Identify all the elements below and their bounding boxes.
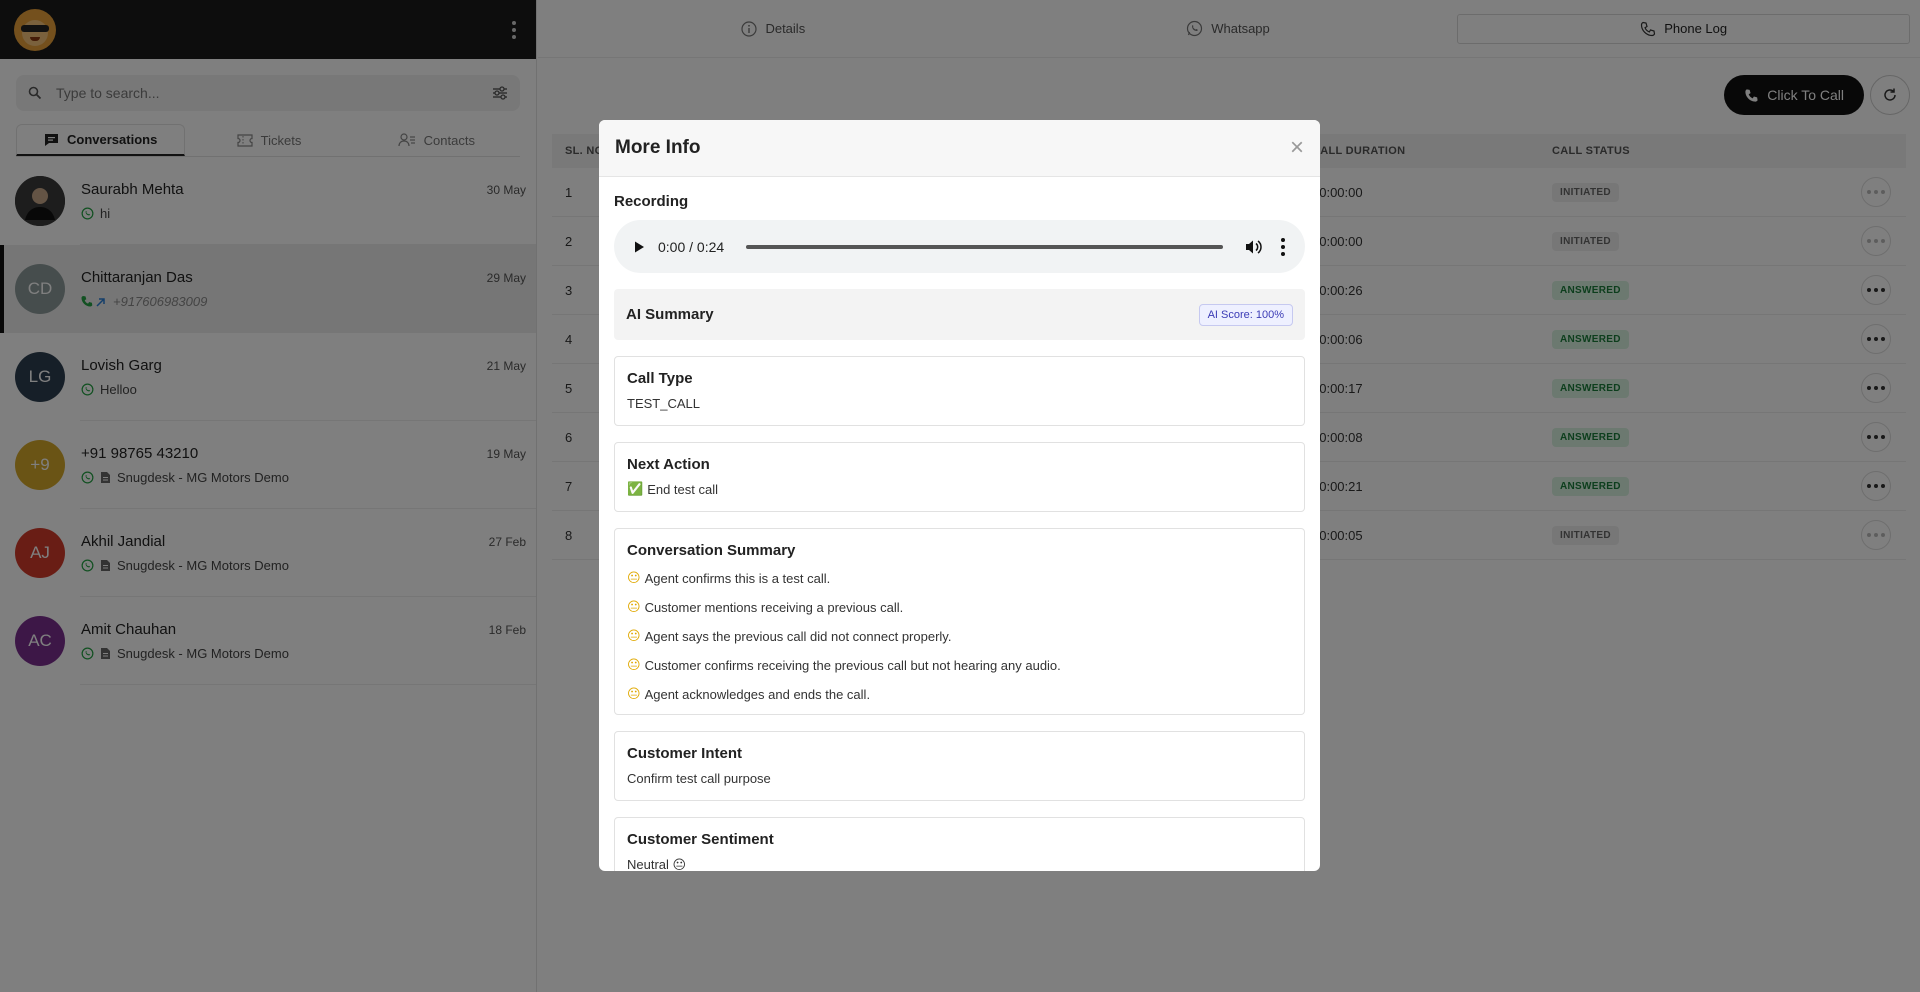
ai-summary-header: AI Summary AI Score: 100% (614, 289, 1305, 340)
next-action-title: Next Action (627, 456, 710, 473)
summary-item-text: Customer mentions receiving a previous c… (644, 599, 904, 615)
close-icon[interactable]: × (1290, 136, 1304, 160)
next-action-row: ✅ End test call (627, 482, 1292, 497)
conversation-summary-title: Conversation Summary (627, 542, 796, 559)
more-info-modal: More Info × Recording 0:00 / 0:24 AI Sum… (599, 120, 1320, 871)
call-type-value: TEST_CALL (627, 396, 700, 411)
neutral-face-icon: 😐 (627, 628, 641, 644)
customer-sentiment-value: Neutral 😐 (627, 857, 687, 871)
summary-item: 😐 Agent confirms this is a test call. (627, 568, 1292, 588)
summary-item-text: Agent acknowledges and ends the call. (644, 686, 871, 702)
neutral-face-icon: 😐 (627, 657, 641, 673)
customer-intent-card: Customer Intent Confirm test call purpos… (614, 731, 1305, 801)
neutral-face-icon: 😐 (627, 686, 641, 702)
summary-item: 😐 Agent says the previous call did not co… (627, 626, 1292, 646)
next-action-value: End test call (647, 482, 719, 497)
conversation-summary-card: Conversation Summary 😐 Agent confirms thi… (614, 528, 1305, 715)
modal-title: More Info (615, 137, 701, 158)
customer-intent-title: Customer Intent (627, 745, 743, 762)
neutral-face-icon: 😐 (627, 570, 641, 586)
modal-body: Recording 0:00 / 0:24 AI Summary AI Scor… (599, 177, 1320, 871)
next-action-card: Next Action ✅ End test call (614, 442, 1305, 512)
modal-header: More Info × (599, 120, 1320, 177)
conversation-summary-list: 😐 Agent confirms this is a test call. 😐 Cus… (627, 568, 1292, 704)
summary-item-text: Customer confirms receiving the previous… (644, 657, 1061, 673)
audio-time: 0:00 / 0:24 (658, 238, 725, 255)
audio-seek-bar[interactable] (746, 244, 1223, 249)
summary-item: 😐 Agent acknowledges and ends the call. (627, 684, 1292, 704)
summary-item: 😐 Customer mentions receiving a previous … (627, 597, 1292, 617)
audio-options-icon[interactable] (1275, 234, 1291, 260)
customer-sentiment-title: Customer Sentiment (627, 831, 774, 848)
volume-icon[interactable] (1245, 239, 1263, 255)
summary-item: 😐 Customer confirms receiving the previou… (627, 655, 1292, 675)
call-type-title: Call Type (627, 370, 693, 387)
recording-label: Recording (614, 193, 689, 210)
play-icon[interactable] (632, 240, 646, 254)
customer-intent-value: Confirm test call purpose (627, 771, 771, 786)
neutral-face-icon: 😐 (627, 599, 641, 615)
call-type-card: Call Type TEST_CALL (614, 356, 1305, 426)
ai-summary-label: AI Summary (626, 306, 714, 323)
summary-item-text: Agent says the previous call did not con… (644, 628, 952, 644)
customer-sentiment-card: Customer Sentiment Neutral 😐 (614, 817, 1305, 871)
summary-item-text: Agent confirms this is a test call. (644, 570, 831, 586)
check-icon: ✅ (627, 482, 644, 497)
audio-player: 0:00 / 0:24 (614, 220, 1305, 273)
ai-score-badge: AI Score: 100% (1198, 303, 1293, 326)
